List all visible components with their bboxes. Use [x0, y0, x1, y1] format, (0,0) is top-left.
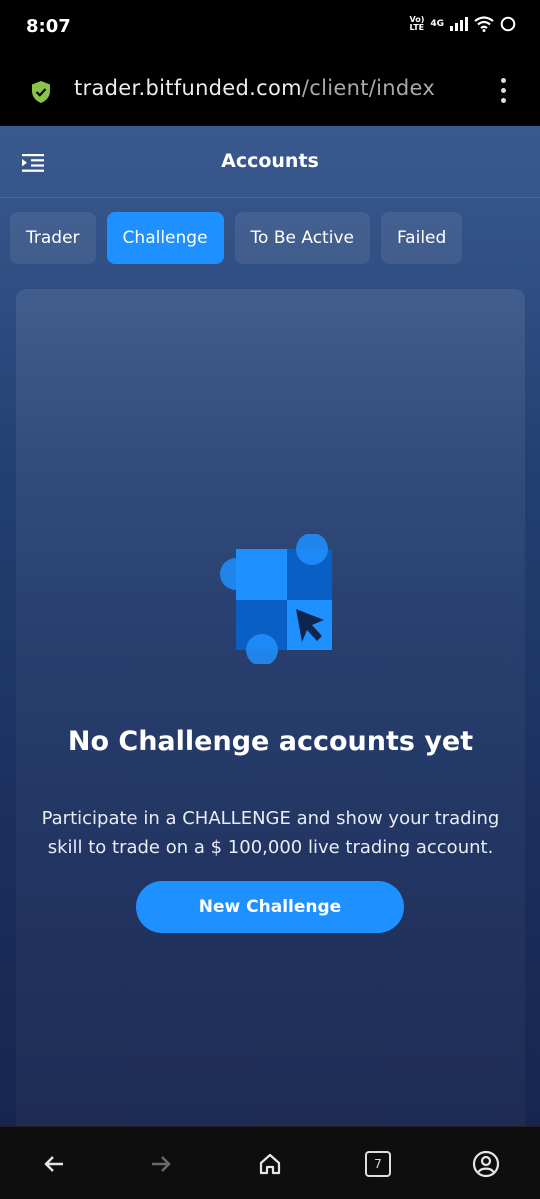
tabs-count: 7	[365, 1151, 391, 1177]
url-bar[interactable]: trader.bitfunded.com/client/index	[0, 56, 540, 126]
battery-saver-icon	[500, 16, 516, 32]
tab-trader[interactable]: Trader	[10, 212, 96, 264]
page-title: Accounts	[221, 150, 319, 172]
volte-indicator: Vo) LTE	[409, 15, 425, 32]
home-icon[interactable]	[255, 1149, 285, 1179]
back-arrow-icon[interactable]	[39, 1149, 69, 1179]
signal-icon	[450, 17, 468, 31]
empty-state-title: No Challenge accounts yet	[67, 726, 474, 757]
status-icons: Vo) LTE 4G	[409, 16, 516, 32]
shield-check-icon[interactable]	[30, 80, 52, 104]
more-options-icon[interactable]	[501, 78, 506, 103]
status-bar: 8:07 Vo) LTE 4G	[0, 0, 540, 56]
browser-bottom-nav: 7	[0, 1126, 540, 1199]
url-text[interactable]: trader.bitfunded.com/client/index	[74, 76, 435, 100]
screen: 8:07 Vo) LTE 4G trader.bitfunded.com/cli…	[0, 0, 540, 1199]
tabs-counter-icon[interactable]: 7	[363, 1149, 393, 1179]
account-tabs: Trader Challenge To Be Active Failed	[10, 212, 463, 264]
empty-accounts-illustration	[220, 534, 332, 664]
status-time: 8:07	[26, 16, 71, 37]
tab-to-be-active[interactable]: To Be Active	[234, 212, 370, 264]
new-challenge-button[interactable]: New Challenge	[136, 881, 404, 933]
app-header: Accounts	[0, 126, 540, 198]
profile-icon[interactable]	[471, 1149, 501, 1179]
forward-arrow-icon[interactable]	[146, 1149, 176, 1179]
app-content: Accounts Trader Challenge To Be Active F…	[0, 126, 540, 1139]
wifi-icon	[474, 16, 494, 32]
url-domain: trader.bitfunded.com	[74, 76, 302, 100]
empty-state-description: Participate in a CHALLENGE and show your…	[41, 808, 500, 858]
network-type: 4G	[430, 19, 444, 29]
tab-challenge[interactable]: Challenge	[106, 212, 224, 264]
url-path: /client/index	[301, 76, 436, 100]
tab-failed[interactable]: Failed	[380, 212, 463, 264]
empty-state-card: No Challenge accounts yet Participate in…	[16, 289, 525, 1139]
